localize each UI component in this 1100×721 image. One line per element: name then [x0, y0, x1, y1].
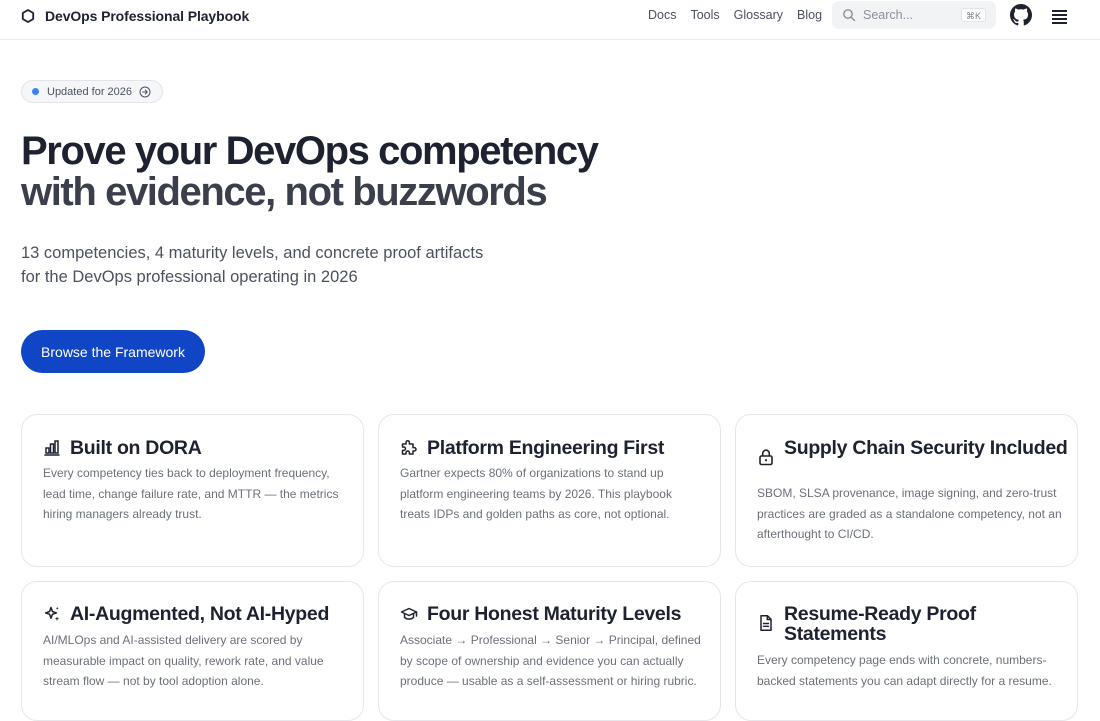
keyboard-shortcut-badge: ⌘K	[960, 8, 986, 22]
card-title: Resume-Ready Proof Statements	[784, 603, 976, 645]
subhead-line-1: 13 competencies, 4 maturity levels, and …	[21, 244, 484, 262]
subhead-line-2: for the DevOps professional operating in…	[21, 268, 358, 286]
card-title: AI-Augmented, Not AI-Hyped	[70, 603, 330, 625]
card-description: Gartner expects 80% of organizations to …	[400, 466, 672, 521]
feature-card-ai-augmented[interactable]: AI-Augmented, Not AI-Hyped AI/MLOps and …	[21, 581, 364, 721]
card-title: Four Honest Maturity Levels	[427, 603, 682, 625]
top-bar: DevOps Professional Playbook Docs Tools …	[0, 0, 1100, 40]
hero-subheading: 13 competencies, 4 maturity levels, and …	[21, 241, 541, 289]
updated-badge[interactable]: Updated for 2026	[21, 80, 164, 103]
hexagon-logo-icon	[21, 9, 35, 23]
card-title: Platform Engineering First	[427, 437, 665, 459]
feature-card-resume-proof[interactable]: Resume-Ready Proof Statements Every comp…	[735, 581, 1078, 721]
badge-label: Updated for 2026	[47, 85, 133, 98]
browse-framework-button[interactable]: Browse the Framework	[21, 330, 205, 373]
feature-card-platform-engineering[interactable]: Platform Engineering First Gartner expec…	[378, 414, 721, 567]
bar-chart-icon	[44, 440, 60, 456]
github-icon[interactable]	[1010, 4, 1032, 26]
lock-icon	[759, 449, 773, 466]
card-description: SBOM, SLSA provenance, image signing, an…	[757, 486, 1062, 541]
arrow-right-circle-icon	[139, 86, 151, 97]
sparkles-icon	[44, 606, 60, 621]
feature-card-maturity-levels[interactable]: Four Honest Maturity Levels Associate → …	[378, 581, 721, 721]
hero-headline: Prove your DevOps competency with eviden…	[21, 131, 701, 213]
hamburger-menu-icon[interactable]	[1052, 8, 1072, 24]
status-dot-icon	[32, 88, 39, 95]
nav-link-tools[interactable]: Tools	[690, 7, 719, 24]
headline-line-2: with evidence, not buzzwords	[21, 170, 548, 214]
document-icon	[760, 615, 772, 631]
card-title: Supply Chain Security Included	[784, 437, 1068, 459]
headline-line-1: Prove your DevOps competency	[21, 129, 599, 173]
nav-link-glossary[interactable]: Glossary	[734, 7, 783, 24]
search-icon	[843, 9, 856, 22]
search-placeholder: Search...	[863, 8, 914, 22]
site-title: DevOps Professional Playbook	[45, 8, 250, 24]
card-description: Every competency ties back to deployment…	[43, 466, 339, 521]
card-description: AI/MLOps and AI-assisted delivery are sc…	[43, 633, 324, 688]
feature-card-supply-chain[interactable]: Supply Chain Security Included SBOM, SLS…	[735, 414, 1078, 567]
feature-card-dora[interactable]: Built on DORA Every competency ties back…	[21, 414, 364, 567]
nav-link-blog[interactable]: Blog	[797, 7, 822, 24]
card-description: Every competency page ends with concrete…	[757, 653, 1052, 688]
nav-link-docs[interactable]: Docs	[648, 7, 676, 24]
card-title: Built on DORA	[70, 437, 202, 459]
card-description: Associate → Professional → Senior → Prin…	[400, 633, 701, 688]
main-nav: Docs Tools Glossary Blog	[648, 7, 836, 24]
graduation-cap-icon	[400, 607, 418, 620]
search-box[interactable]: Search... ⌘K	[832, 1, 996, 29]
brand[interactable]: DevOps Professional Playbook	[21, 7, 249, 25]
puzzle-icon	[401, 440, 417, 455]
